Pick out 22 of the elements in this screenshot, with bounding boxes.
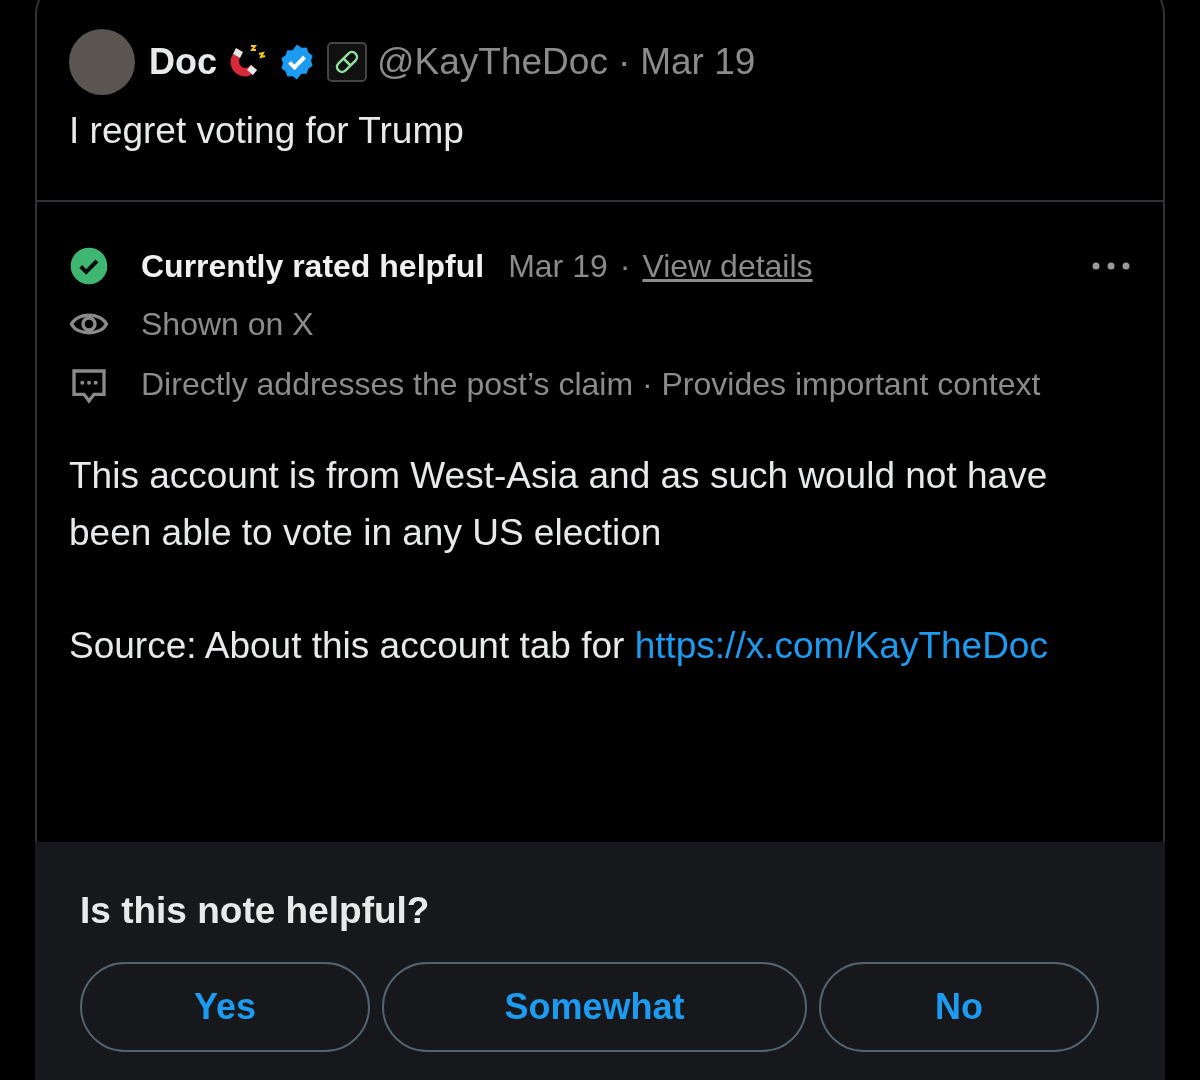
note-date: Mar 19 bbox=[508, 247, 608, 285]
rating-button[interactable]: Yes bbox=[80, 962, 370, 1052]
separator-dot: · bbox=[619, 247, 631, 285]
source-link[interactable]: https://x.com/KayTheDoc bbox=[634, 625, 1048, 666]
pill-icon bbox=[327, 42, 367, 82]
note-source: Source: About this account tab for https://x.com/KayTheDoc bbox=[69, 624, 1049, 668]
note-reasons: Directly addresses the post’s claim · Provides important context bbox=[141, 365, 1042, 404]
rating-button[interactable]: Somewhat bbox=[382, 962, 807, 1052]
note-status: Currently rated helpful bbox=[141, 247, 485, 285]
separator-dot: · bbox=[617, 41, 631, 83]
check-circle-icon bbox=[69, 246, 109, 286]
post-text: I regret voting for Trump bbox=[69, 110, 465, 152]
view-details-link[interactable]: View details bbox=[642, 247, 813, 285]
rating-question: Is this note helpful? bbox=[80, 890, 431, 932]
post-date[interactable]: Mar 19 bbox=[640, 41, 756, 83]
more-options-icon[interactable] bbox=[1091, 261, 1131, 271]
note-body: This account is from West-Asia and as such would not have been able to vote in any US election bbox=[69, 454, 1049, 555]
rating-button[interactable]: No bbox=[819, 962, 1099, 1052]
comment-icon bbox=[69, 366, 109, 406]
shown-on-label: Shown on X bbox=[141, 305, 314, 343]
display-name: Doc bbox=[149, 41, 217, 83]
user-handle[interactable]: @KayTheDoc bbox=[377, 41, 608, 83]
